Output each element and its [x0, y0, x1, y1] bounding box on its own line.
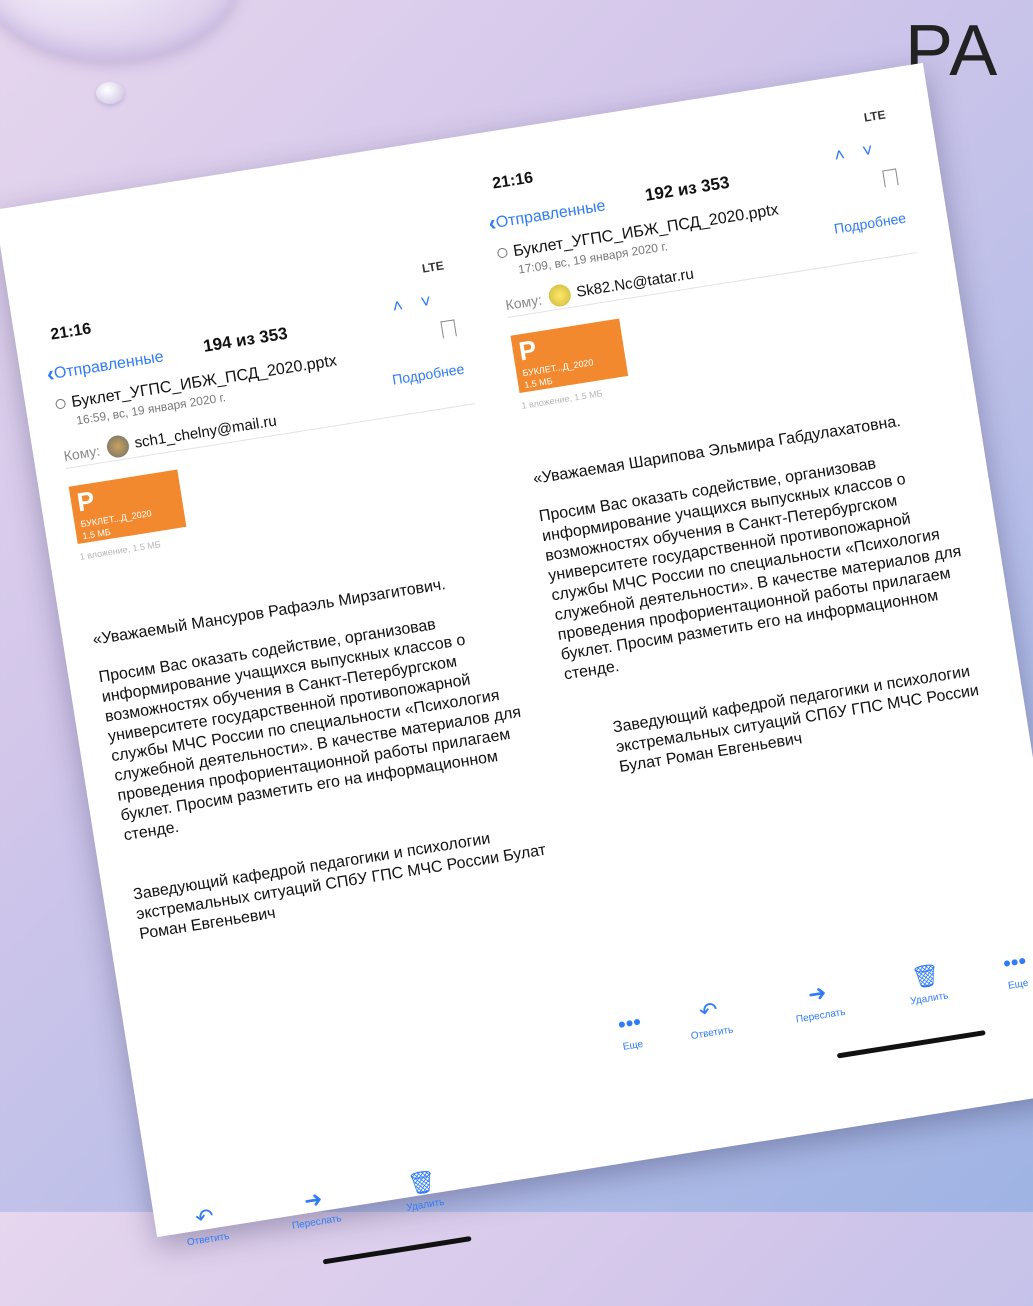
recipient-email[interactable]: Sk82.Nc@tatar.ru: [575, 265, 695, 300]
attachment-size: 1.5 МБ: [81, 526, 112, 542]
chevron-down-icon[interactable]: ˅: [419, 288, 450, 312]
status-time: 21:16: [49, 320, 93, 344]
recipient-email[interactable]: sch1_chelny@mail.ru: [133, 412, 278, 451]
avatar: [547, 282, 573, 309]
attachment-size: 1.5 МБ: [523, 375, 554, 391]
message-counter: 192 из 353: [643, 172, 731, 205]
mail-text: Просим Вас оказать содействие, организов…: [537, 455, 963, 684]
message-counter: 194 из 353: [201, 323, 289, 356]
forward-button[interactable]: ➜ Переслать: [776, 975, 861, 1028]
back-button[interactable]: ‹Отправленные: [487, 192, 608, 236]
delete-button[interactable]: 🗑 Удалить: [884, 958, 969, 1011]
read-indicator: [54, 398, 67, 410]
avatar: [105, 433, 131, 460]
mail-body: «Уважаемая Шарипова Эльмира Габдулахатов…: [532, 405, 976, 685]
mail-toolbar: ••• Еще ↶ Ответить ➜ Переслать 🗑 Удалить •••…: [598, 944, 1033, 1084]
delete-button[interactable]: 🗑 Удалить: [380, 1164, 465, 1217]
reply-button[interactable]: ↶ Ответить: [163, 1198, 248, 1251]
attachment-thumbnail[interactable]: P БУКЛЕТ...Д_2020 1.5 МБ: [510, 318, 629, 394]
mail-signature: Заведующий кафедрой педагогики и психоло…: [611, 663, 981, 776]
chevron-down-icon[interactable]: ˅: [861, 137, 892, 161]
status-time: 21:16: [491, 169, 535, 193]
chevron-up-icon[interactable]: ˄: [833, 142, 864, 166]
forward-button[interactable]: ➜ Переслать: [272, 1181, 357, 1234]
mail-body: «Уважаемый Мансуров Рафаэль Мирзагитович…: [91, 566, 535, 846]
more-button[interactable]: ••• Еще: [588, 1004, 673, 1057]
ellipsis-icon: •••: [1001, 947, 1029, 977]
bookmark-icon[interactable]: [440, 319, 457, 339]
mail-signature: Заведующий кафедрой педагогики и психоло…: [132, 830, 548, 944]
bookmark-icon[interactable]: [882, 168, 899, 188]
reply-button[interactable]: ↶ Ответить: [667, 992, 752, 1045]
mail-toolbar: ↶ Ответить ➜ Переслать 🗑 Удалить: [163, 1140, 623, 1280]
back-label: Отправленные: [494, 197, 607, 232]
signal-icon: LTE: [421, 258, 445, 276]
read-indicator: [496, 247, 509, 259]
mail-text: Просим Вас оказать содействие, организов…: [97, 616, 523, 845]
back-button[interactable]: ‹Отправленные: [45, 343, 166, 387]
screenshot-print: 21:16 LTE ‹Отправленные 194 из 353 ˄˅ Бу…: [0, 62, 1033, 1265]
attachment-thumbnail[interactable]: P БУКЛЕТ...Д_2020 1.5 МБ: [68, 469, 187, 545]
signal-icon: LTE: [862, 107, 887, 125]
to-label: Кому:: [62, 442, 102, 465]
chevron-up-icon[interactable]: ˄: [391, 293, 422, 317]
powerpoint-icon: P: [74, 485, 97, 518]
decorative-bubble-small: [96, 82, 124, 104]
more-button-right[interactable]: ••• Еще: [973, 943, 1033, 996]
to-label: Кому:: [504, 291, 544, 314]
decorative-bubble-large: [0, 0, 240, 60]
back-label: Отправленные: [52, 348, 165, 383]
powerpoint-icon: P: [516, 334, 539, 367]
